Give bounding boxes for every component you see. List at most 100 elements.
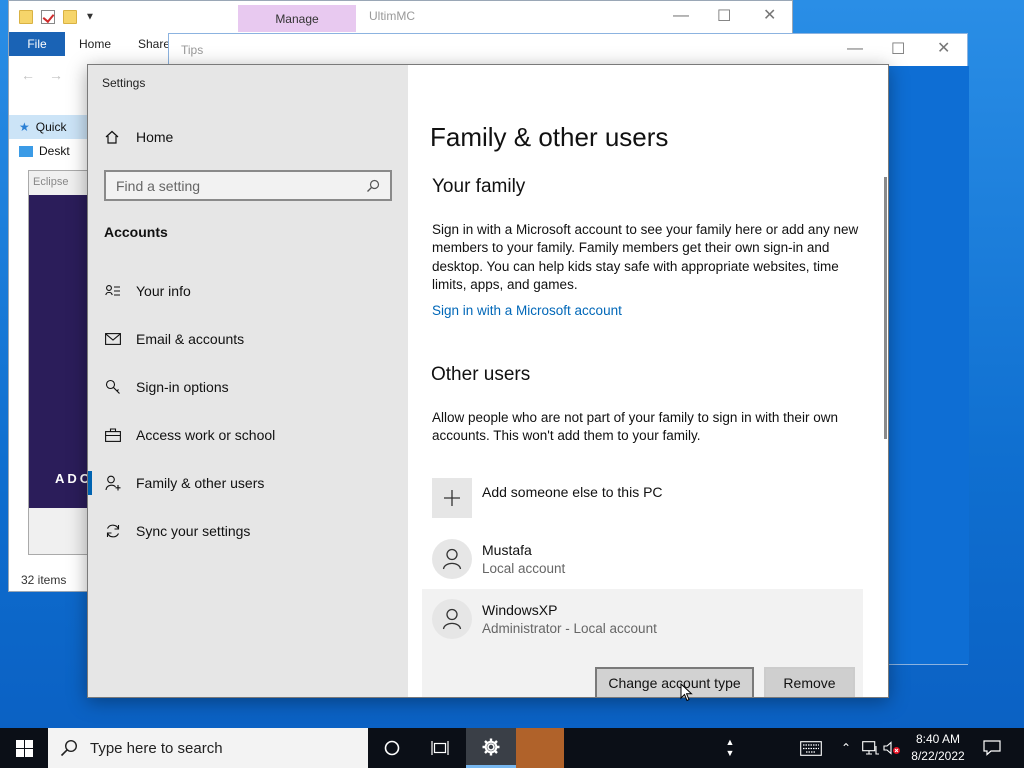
content-scrollbar[interactable] [884,177,887,439]
quick-access-toolbar: ▼ [19,8,95,26]
chevron-up-icon[interactable]: ▲ [726,737,735,748]
user-row-mustafa[interactable]: Mustafa Local account [432,534,862,584]
find-setting-search[interactable] [104,170,392,201]
briefcase-icon [105,427,121,443]
taskbar-clock[interactable]: 8:40 AM 8/22/2022 [902,731,974,765]
nav-arrows[interactable]: ←→ [21,67,77,83]
key-icon [105,379,121,395]
change-account-type-button[interactable]: Change account type [595,667,754,697]
nav-item-sign-in-options[interactable]: Sign-in options [88,363,408,411]
task-view-icon [431,741,449,755]
plus-icon [432,478,472,518]
user-row-windowsxp[interactable]: WindowsXP Administrator - Local account [432,594,862,644]
explorer-title: UltimMC [369,9,415,23]
search-icon[interactable] [366,179,380,193]
user-info: Mustafa Local account [482,542,565,576]
network-tray-button[interactable] [860,728,882,768]
nav-section-heading: Accounts [104,224,168,240]
maximize-icon[interactable]: ☐ [717,6,731,26]
status-bar-count: 32 items [21,573,67,587]
close-icon[interactable]: ✕ [763,5,776,25]
user-name: Mustafa [482,542,532,558]
search-icon [60,739,78,757]
user-info: WindowsXP Administrator - Local account [482,602,657,636]
home-icon [105,130,119,144]
home-tab[interactable]: Home [79,37,111,51]
user-account-type: Administrator - Local account [482,621,657,636]
share-tab[interactable]: Share [138,37,170,51]
chevron-down-icon[interactable]: ▼ [85,11,95,22]
mouse-cursor-icon [680,683,693,702]
cortana-icon [384,740,400,756]
your-family-description: Sign in with a Microsoft account to see … [432,222,859,292]
home-link[interactable]: Home [104,129,173,145]
maximize-icon[interactable]: ☐ [891,39,905,59]
eclipse-installer-window[interactable]: Eclipse ADO [28,170,90,555]
taskbar-scroll[interactable]: ▲ ▼ [722,728,738,768]
star-icon: ★ [19,120,30,134]
add-user-button[interactable]: Add someone else to this PC [432,474,862,524]
settings-window[interactable]: Settings Home Accounts Your info Email &… [87,64,889,698]
contact-card-icon [105,283,121,299]
properties-icon[interactable] [41,9,55,24]
sign-in-microsoft-link[interactable]: Sign in with a Microsoft account [432,303,622,318]
notification-icon [983,740,1001,756]
search-input[interactable] [116,177,366,194]
nav-item-your-info[interactable]: Your info [88,267,408,315]
start-button[interactable] [0,728,48,768]
minimize-icon[interactable]: — [673,7,689,25]
cortana-button[interactable] [368,728,416,768]
mail-icon [105,331,121,347]
folder-icon[interactable] [19,9,33,24]
tree-item-desktop[interactable]: Deskt [9,139,89,163]
window-title: Settings [102,76,146,90]
user-name: WindowsXP [482,602,558,618]
tree-item-quick-access[interactable]: ★ Quick [9,115,89,139]
clock-time: 8:40 AM [915,732,961,746]
volume-tray-button[interactable] [882,728,902,768]
network-icon [862,741,879,755]
new-folder-icon[interactable] [63,9,77,24]
nav-list: Your info Email & accounts Sign-in optio… [88,267,408,555]
eclipse-splash [29,195,89,508]
nav-item-access-work-school[interactable]: Access work or school [88,411,408,459]
action-center-button[interactable] [978,728,1006,768]
windows-logo-icon [15,739,33,757]
chevron-up-icon[interactable]: ⌃ [838,728,854,768]
volume-muted-icon [883,741,900,755]
nav-item-family-other-users[interactable]: Family & other users [88,459,408,507]
remove-button[interactable]: Remove [764,667,855,697]
gear-icon [482,738,500,755]
tips-content [889,66,969,664]
ultimmc-taskbar-button[interactable] [516,728,564,768]
tips-title: Tips [181,43,204,57]
keyboard-icon [800,740,822,756]
settings-taskbar-button[interactable] [466,728,516,768]
other-users-heading: Other users [431,364,531,385]
close-icon[interactable]: ✕ [937,38,950,58]
user-avatar-icon [432,599,472,639]
task-view-button[interactable] [416,728,464,768]
minimize-icon[interactable]: — [847,40,863,58]
manage-tab[interactable]: Manage [238,5,356,32]
keyboard-tray-button[interactable] [796,728,826,768]
add-user-label: Add someone else to this PC [482,484,663,500]
taskbar: Type here to search ▲ ▼ ⌃ 8:40 AM 8/22/20… [0,728,1024,768]
chevron-down-icon[interactable]: ▼ [726,748,735,759]
page-title: Family & other users [430,122,669,152]
taskbar-search-box[interactable]: Type here to search [48,728,368,768]
settings-nav-pane: Settings Home Accounts Your info Email &… [88,65,408,697]
user-account-type: Local account [482,561,566,576]
settings-content-pane: Family & other users Your family Sign in… [408,65,888,697]
clock-date: 8/22/2022 [911,749,965,763]
other-users-description: Allow people who are not part of your fa… [432,410,838,444]
nav-item-sync-settings[interactable]: Sync your settings [88,507,408,555]
eclipse-title: Eclipse [33,176,69,188]
user-avatar-icon [432,539,472,579]
person-add-icon [105,475,121,491]
sync-icon [105,523,121,539]
taskbar-search-placeholder: Type here to search [90,739,223,757]
your-family-heading: Your family [432,176,526,197]
nav-item-email-accounts[interactable]: Email & accounts [88,315,408,363]
file-tab[interactable]: File [9,32,65,56]
